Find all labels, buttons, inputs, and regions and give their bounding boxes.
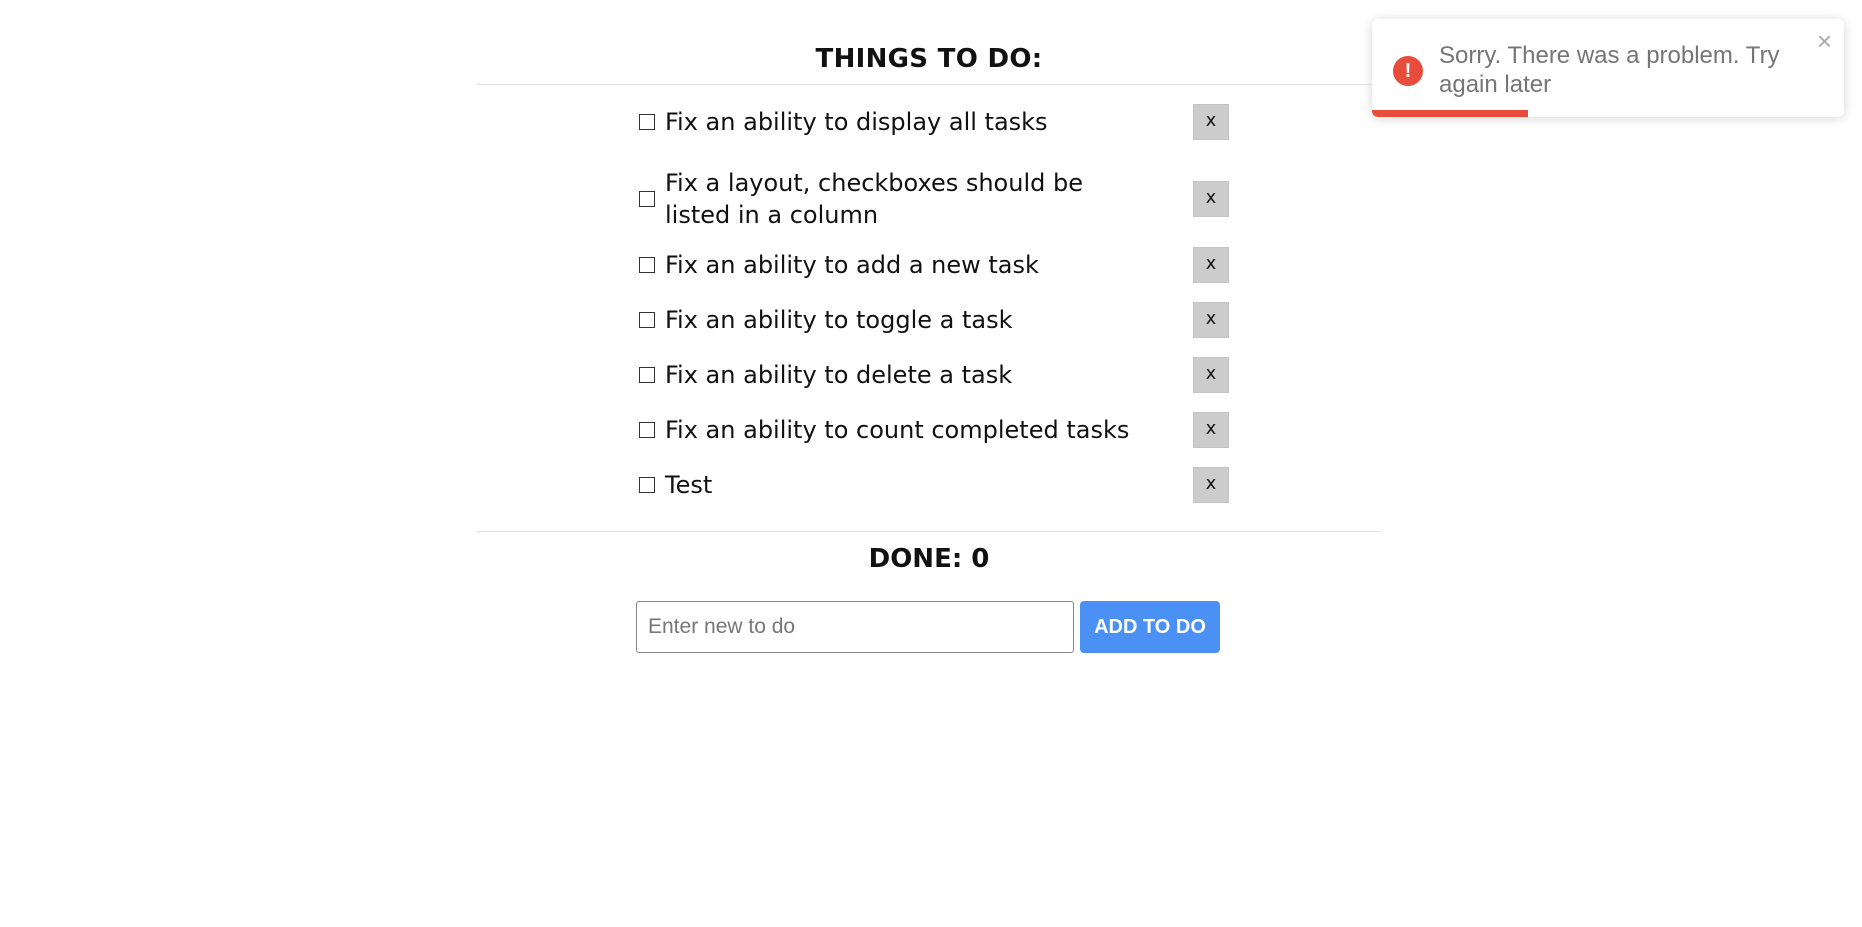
task-checkbox[interactable] xyxy=(639,422,655,438)
done-counter: DONE: 0 xyxy=(868,544,990,574)
task-checkbox[interactable] xyxy=(639,312,655,328)
list-item: Fix a layout, checkboxes should be liste… xyxy=(639,167,1229,231)
page-title: THINGS TO DO: xyxy=(815,44,1043,74)
task-label: Fix an ability to display all tasks xyxy=(665,108,1048,136)
toast-progress-bar xyxy=(1372,110,1528,117)
list-item: Fix an ability to add a new task x xyxy=(639,247,1229,283)
task-checkbox[interactable] xyxy=(639,114,655,130)
list-item: Fix an ability to count completed tasks … xyxy=(639,412,1229,448)
delete-task-button[interactable]: x xyxy=(1193,412,1229,448)
new-task-input[interactable] xyxy=(636,601,1074,653)
delete-task-button[interactable]: x xyxy=(1193,357,1229,393)
task-label: Fix an ability to count completed tasks xyxy=(665,416,1130,444)
task-label: Fix an ability to add a new task xyxy=(665,251,1039,279)
add-task-form: ADD TO DO xyxy=(636,601,1220,653)
list-item: Fix an ability to toggle a task x xyxy=(639,302,1229,338)
list-item: Fix an ability to delete a task x xyxy=(639,357,1229,393)
task-checkbox[interactable] xyxy=(639,257,655,273)
delete-task-button[interactable]: x xyxy=(1193,247,1229,283)
delete-task-button[interactable]: x xyxy=(1193,104,1229,140)
delete-task-button[interactable]: x xyxy=(1193,467,1229,503)
delete-task-button[interactable]: x xyxy=(1193,302,1229,338)
task-checkbox[interactable] xyxy=(639,477,655,493)
task-list: Fix an ability to display all tasks x Fi… xyxy=(476,85,1382,531)
error-icon: ! xyxy=(1393,56,1423,86)
list-item: Test x xyxy=(639,467,1229,503)
add-todo-button[interactable]: ADD TO DO xyxy=(1080,601,1220,653)
task-label: Fix a layout, checkboxes should be liste… xyxy=(665,169,1083,229)
task-checkbox[interactable] xyxy=(639,367,655,383)
list-item: Fix an ability to display all tasks x xyxy=(639,104,1229,140)
todo-app: THINGS TO DO: Fix an ability to display … xyxy=(476,0,1382,653)
error-toast: ! Sorry. There was a problem. Try again … xyxy=(1372,19,1844,117)
task-label: Fix an ability to toggle a task xyxy=(665,306,1013,334)
task-label: Fix an ability to delete a task xyxy=(665,361,1013,389)
toast-message: Sorry. There was a problem. Try again la… xyxy=(1439,42,1780,98)
task-label: Test xyxy=(665,471,713,499)
close-icon[interactable]: × xyxy=(1817,27,1832,55)
delete-task-button[interactable]: x xyxy=(1193,181,1229,217)
task-checkbox[interactable] xyxy=(639,191,655,207)
